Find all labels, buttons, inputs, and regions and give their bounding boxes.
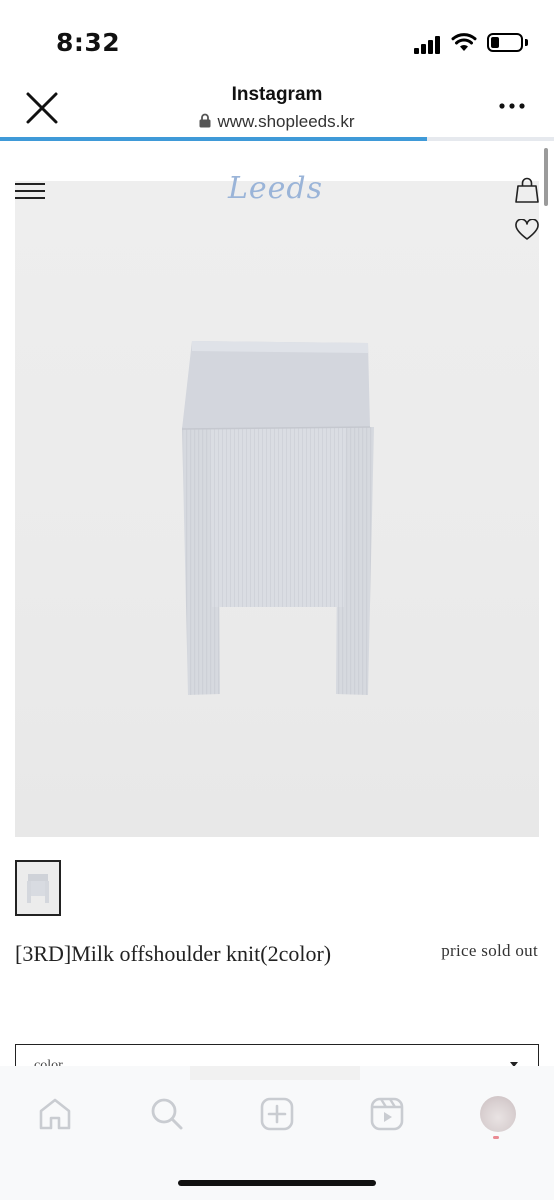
product-thumbnail[interactable] xyxy=(15,860,61,916)
cellular-signal-icon xyxy=(414,34,444,54)
reels-icon[interactable] xyxy=(369,1096,405,1132)
product-price: price sold out xyxy=(441,941,538,960)
profile-avatar[interactable] xyxy=(480,1096,516,1139)
create-post-icon[interactable] xyxy=(259,1096,295,1132)
page-scrollbar[interactable] xyxy=(544,148,548,206)
home-indicator[interactable] xyxy=(178,1180,376,1186)
shopping-bag-icon[interactable] xyxy=(515,177,539,203)
web-content[interactable]: Leeds [3RD]Milk offshoulder knit(2color)… xyxy=(0,141,554,1066)
browser-url[interactable]: www.shopleeds.kr xyxy=(0,112,554,132)
status-bar: 8:32 xyxy=(0,0,554,80)
content-behind-tabbar xyxy=(190,1066,360,1080)
hamburger-menu-icon[interactable] xyxy=(15,183,45,199)
product-name: [3RD]Milk offshoulder knit(2color) xyxy=(15,941,332,966)
home-icon[interactable] xyxy=(37,1096,73,1132)
color-option-select[interactable]: color xyxy=(15,1044,539,1066)
lock-icon xyxy=(199,113,211,128)
search-icon[interactable] xyxy=(148,1096,184,1132)
more-horizontal-icon[interactable] xyxy=(496,94,528,118)
status-time: 8:32 xyxy=(56,28,121,57)
wifi-icon xyxy=(451,33,477,51)
battery-tip xyxy=(525,39,528,46)
site-logo[interactable]: Leeds xyxy=(228,171,323,206)
in-app-browser-header: Instagram www.shopleeds.kr xyxy=(0,80,554,138)
browser-title: Instagram xyxy=(231,84,323,105)
browser-url-text: www.shopleeds.kr xyxy=(217,112,355,131)
battery-level-fill xyxy=(491,37,500,48)
heart-icon[interactable] xyxy=(515,219,539,241)
product-photo-knit-sweater xyxy=(181,341,374,695)
color-option-label: color xyxy=(34,1058,63,1066)
battery-icon xyxy=(487,33,523,52)
thumbnail-sweater-image xyxy=(27,874,49,903)
